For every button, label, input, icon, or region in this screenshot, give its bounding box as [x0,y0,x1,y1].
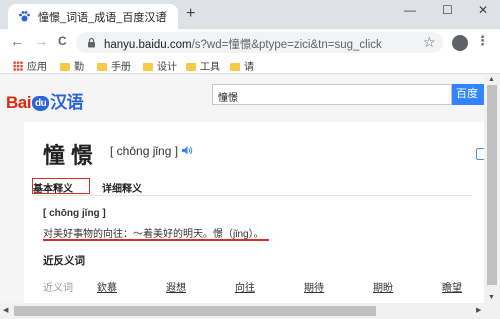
antonyms-heading: 近反义词 [43,255,85,267]
bookmark-star-icon[interactable]: ☆ [423,34,436,51]
minimize-button[interactable]: — [404,3,416,17]
highlight-underline [43,239,269,241]
bookmarks-bar: 应用 勤 手册 设计 工具 请 [0,56,500,74]
address-bar[interactable]: hanyu.baidu.com/s?wd=憧憬&ptype=zici&tn=su… [76,32,443,53]
highlight-box [32,178,90,194]
synonym-link[interactable]: 期待 [304,279,324,294]
bookmark-label: 勤 [74,62,84,73]
definition-pinyin: [ chōng jǐng ] [43,208,106,219]
bookmark-label: 手册 [111,62,131,73]
browser-toolbar: ← → C hanyu.baidu.com/s?wd=憧憬&ptype=zici… [0,29,500,56]
tab-strip: 憧憬_词语_成语_百度汉语 × + — ☐ ✕ [0,0,500,29]
synonym-link[interactable]: 遐想 [166,279,186,294]
search-button[interactable]: 百度 [452,84,484,105]
speaker-icon[interactable] [181,145,193,156]
bookmark-folder[interactable]: 请 [230,58,254,73]
synonym-link[interactable]: 瞻望 [442,279,462,294]
bookmark-folder[interactable]: 手册 [97,58,131,73]
browser-tab[interactable]: 憧憬_词语_成语_百度汉语 × [8,4,178,29]
folder-icon [97,63,107,71]
headword-pinyin: [ chōng jǐng ] [110,144,179,158]
folder-icon [143,63,153,71]
scroll-up-icon[interactable]: ▲ [488,76,495,83]
bookmark-label: 请 [244,62,254,73]
synonym-link[interactable]: 向往 [235,279,255,294]
lock-icon [88,37,95,48]
tab-divider [32,195,472,196]
bookmark-label: 设计 [157,62,177,73]
baidu-paw-icon [19,11,30,22]
share-icon[interactable] [476,148,484,160]
baidu-hanyu-logo[interactable]: Bai du 汉语 [6,88,84,113]
search-input[interactable]: 憧憬 [212,84,452,105]
url-path: /s?wd=憧憬&ptype=zici&tn=sug_click [191,39,382,51]
maximize-button[interactable]: ☐ [442,3,453,17]
forward-button[interactable]: → [34,34,48,48]
folder-icon [60,63,70,71]
url-text: hanyu.baidu.com/s?wd=憧憬&ptype=zici&tn=su… [104,36,382,52]
synonyms-label: 近义词 [43,283,73,294]
scroll-down-icon[interactable]: ▼ [488,294,495,301]
logo-du: du [31,96,50,111]
scroll-right-icon[interactable]: ▶ [476,306,481,314]
search-input-value: 憧憬 [218,93,238,104]
scroll-left-icon[interactable]: ◀ [3,306,8,314]
headword: 憧憬 [43,144,100,169]
menu-icon[interactable]: ⋮ [476,33,489,49]
vertical-scroll-thumb[interactable] [487,85,497,285]
bookmark-apps[interactable]: 应用 [13,58,47,73]
bookmark-folder[interactable]: 勤 [60,58,84,73]
page-viewport: Bai du 汉语 憧憬 百度 憧憬 [ chōng jǐng ] 基本释义 详细释… [0,74,484,303]
bookmark-folder[interactable]: 工具 [186,58,220,73]
logo-hanyu: 汉语 [50,93,84,112]
bookmark-label: 应用 [27,62,47,73]
back-button[interactable]: ← [10,34,24,48]
bookmark-label: 工具 [200,62,220,73]
apps-grid-icon [13,61,23,71]
synonym-link[interactable]: 欽慕 [97,279,117,294]
new-tab-button[interactable]: + [186,6,195,22]
folder-icon [186,63,196,71]
synonym-link[interactable]: 期盼 [373,279,393,294]
entry-card: 憧憬 [ chōng jǐng ] 基本释义 详细释义 [ chōng jǐng… [24,122,484,303]
bookmark-folder[interactable]: 设计 [143,58,177,73]
tab-detailed-definition[interactable]: 详细释义 [102,180,142,195]
folder-icon [230,63,240,71]
logo-bai: Bai [6,93,31,112]
url-host: hanyu.baidu.com [104,39,192,51]
tab-title: 憧憬_词语_成语_百度汉语 [38,12,167,24]
horizontal-scroll-thumb[interactable] [14,306,376,316]
definition-text: 对美好事物的向往：～着美好的明天。憬（jǐng）。 [43,229,264,240]
reload-button[interactable]: C [58,34,67,48]
profile-avatar[interactable] [452,35,468,51]
tab-close-icon[interactable]: × [161,8,167,20]
close-window-button[interactable]: ✕ [478,3,488,17]
